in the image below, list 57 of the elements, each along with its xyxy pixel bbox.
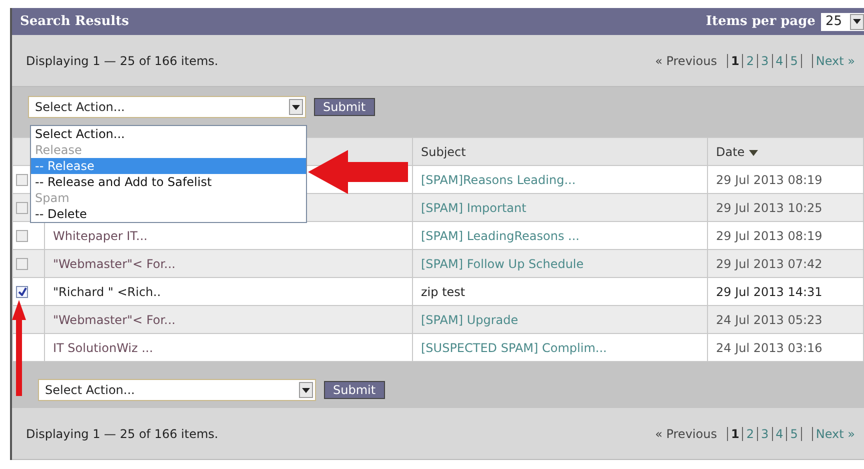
row-checkbox[interactable] bbox=[16, 286, 28, 298]
sender-cell: "Webmaster"< For... bbox=[53, 312, 176, 326]
page-link[interactable]: 1 bbox=[726, 54, 742, 68]
menu-option[interactable]: Select Action... bbox=[31, 126, 306, 142]
row-checkbox[interactable] bbox=[16, 202, 28, 214]
next-link[interactable]: Next » bbox=[812, 54, 858, 68]
column-header[interactable]: Date bbox=[708, 138, 864, 166]
item-count: Displaying 1 — 25 of 166 items. bbox=[26, 54, 218, 68]
menu-option[interactable]: -- Release and Add to Safelist bbox=[31, 174, 306, 190]
sort-icon bbox=[748, 150, 758, 156]
dropdown-icon bbox=[853, 19, 861, 24]
date-cell: 29 Jul 2013 08:19 bbox=[716, 228, 822, 242]
page-link[interactable]: 2 bbox=[742, 426, 757, 440]
date-cell: 29 Jul 2013 07:42 bbox=[716, 256, 822, 270]
row-checkbox[interactable] bbox=[16, 174, 28, 186]
subject-link[interactable]: [SPAM] Upgrade bbox=[421, 312, 518, 326]
menu-option[interactable]: -- Release bbox=[31, 158, 306, 174]
subject-link[interactable]: zip test bbox=[421, 284, 466, 298]
row-checkbox[interactable] bbox=[16, 230, 28, 242]
page-link[interactable]: 3 bbox=[756, 54, 772, 68]
item-count: Displaying 1 — 25 of 166 items. bbox=[26, 426, 218, 440]
arrow-icon bbox=[308, 150, 408, 194]
page-link[interactable]: 1 bbox=[726, 426, 742, 440]
date-cell: 29 Jul 2013 14:31 bbox=[716, 284, 822, 298]
date-cell: 24 Jul 2013 05:23 bbox=[716, 312, 822, 326]
date-cell: 29 Jul 2013 08:19 bbox=[716, 172, 822, 186]
page-link[interactable]: 4 bbox=[772, 426, 786, 440]
next-link[interactable]: Next » bbox=[812, 426, 858, 440]
menu-option[interactable]: -- Delete bbox=[31, 206, 306, 222]
option-group-label: Release bbox=[34, 142, 83, 158]
subject-link[interactable]: [SPAM] Important bbox=[421, 200, 526, 214]
items-per-page-label: Items per page bbox=[706, 14, 816, 29]
sender-cell: "Richard " <Rich.. bbox=[53, 284, 161, 298]
page-link[interactable]: 5 bbox=[786, 426, 802, 440]
action-select[interactable]: Select Action... bbox=[28, 96, 306, 118]
page-link[interactable]: 3 bbox=[756, 426, 772, 440]
dropdown-icon bbox=[302, 388, 310, 392]
previous-link[interactable]: « Previous bbox=[655, 54, 717, 68]
previous-link[interactable]: « Previous bbox=[655, 426, 717, 440]
date-cell: 29 Jul 2013 10:25 bbox=[716, 200, 822, 214]
sender-cell: "Webmaster"< For... bbox=[53, 256, 176, 270]
submit-button[interactable]: Submit bbox=[314, 98, 375, 116]
submit-button[interactable]: Submit bbox=[324, 381, 385, 399]
page-link[interactable]: 4 bbox=[772, 54, 786, 68]
panel-title: Search Results bbox=[20, 14, 129, 29]
sender-cell: Whitepaper IT... bbox=[53, 228, 148, 242]
action-select[interactable]: Select Action... bbox=[38, 379, 316, 401]
page-link[interactable]: 5 bbox=[786, 54, 802, 68]
column-header[interactable]: Subject bbox=[412, 138, 708, 166]
arrow-icon bbox=[12, 300, 26, 396]
dropdown-icon bbox=[292, 104, 300, 110]
sender-cell: IT SolutionWiz ... bbox=[53, 340, 154, 354]
items-per-page-select[interactable]: 25 bbox=[821, 12, 864, 30]
page-link[interactable]: 2 bbox=[742, 54, 757, 68]
date-cell: 24 Jul 2013 03:16 bbox=[716, 340, 822, 354]
option-group-label: Spam bbox=[34, 190, 70, 206]
row-checkbox[interactable] bbox=[16, 258, 28, 270]
